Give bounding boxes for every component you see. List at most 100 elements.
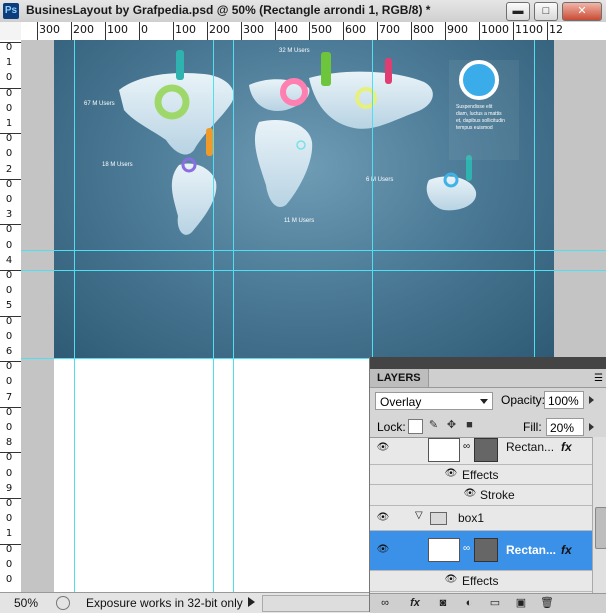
group-name[interactable]: box1 [458, 511, 484, 525]
ruler-label: 0 [5, 148, 13, 160]
mask-icon[interactable]: ◙ [436, 597, 450, 610]
horizontal-ruler[interactable]: 300 200 100 0 100 200 300 400 500 600 700 800 900 100… [21, 22, 606, 41]
lock-transparency-icon[interactable] [408, 419, 423, 434]
ruler-label: 1 [5, 118, 13, 129]
vertical-ruler[interactable]: 0 1 0 0 0 1 0 0 2 0 0 3 0 0 4 0 0 5 0 0 6 0 0 7 0 0 8 0 0 9 0 0 1 0 0 0 [0, 40, 22, 592]
ruler-label: 200 [209, 23, 230, 36]
link-icon[interactable]: ∞ [463, 543, 470, 554]
ruler-tick [37, 22, 38, 40]
new-layer-icon[interactable]: ▣ [514, 597, 528, 610]
ruler-label: 8 [5, 437, 13, 449]
eye-icon[interactable]: 👁 [462, 488, 478, 500]
ruler-label: 2 [5, 163, 13, 175]
eye-icon[interactable]: 👁 [375, 512, 391, 524]
ruler-label: 0 [5, 178, 13, 190]
panel-header-bar[interactable] [370, 357, 606, 369]
layer-row[interactable]: 👁 ∞ Rectan... fx [370, 438, 592, 465]
layers-bottom-toolbar: ∞ fx ◙ ◐ ▭ ▣ 🗑 [370, 593, 606, 613]
ruler-label: 0 [5, 330, 13, 342]
ruler-label: 5 [5, 300, 13, 312]
ruler-label: 1100 [515, 23, 543, 36]
eye-icon[interactable]: 👁 [375, 544, 391, 556]
layers-scrollbar[interactable] [592, 437, 606, 593]
stroke-effect-row[interactable]: 👁 Stroke [370, 485, 592, 506]
eye-icon[interactable]: 👁 [375, 442, 391, 454]
layer-thumbnail [428, 438, 460, 462]
status-info-icon[interactable] [56, 596, 70, 610]
guide-horizontal-2[interactable] [21, 270, 606, 271]
ruler-label: 0 [5, 285, 13, 297]
effects-row[interactable]: 👁 Effects [370, 465, 592, 485]
guide-vertical-2[interactable] [213, 40, 214, 592]
ruler-label: 0 [5, 87, 13, 99]
blend-mode-select[interactable]: Overlay [375, 392, 493, 410]
ruler-label: 0 [5, 376, 13, 388]
fill-label: Fill: [523, 420, 542, 434]
chevron-down-icon[interactable]: ▽ [415, 510, 423, 521]
ruler-label: 0 [5, 452, 13, 464]
lock-all-icon[interactable]: ■ [463, 419, 476, 432]
ruler-label: 0 [5, 194, 13, 205]
group-row-box1[interactable]: 👁 ▽ box1 [370, 506, 592, 531]
tab-layers[interactable]: LAYERS [370, 369, 429, 387]
lock-pixels-icon[interactable]: ✎ [427, 419, 440, 432]
fill-slider-arrow-icon[interactable] [589, 423, 594, 431]
ruler-tick [105, 22, 106, 40]
ruler-label: 0 [5, 72, 13, 84]
scrollbar-thumb[interactable] [595, 507, 606, 549]
fx-icon[interactable]: fx [408, 597, 422, 610]
trash-icon[interactable]: 🗑 [540, 597, 554, 610]
ruler-tick [445, 22, 446, 40]
guide-horizontal-1[interactable] [21, 250, 606, 251]
minimize-button[interactable]: ▬ [506, 2, 530, 21]
africa-shape [254, 120, 313, 208]
ruler-origin[interactable] [0, 22, 22, 41]
ruler-label: 0 [5, 406, 13, 418]
folder-icon[interactable]: ▭ [488, 597, 502, 610]
australia-shape [426, 176, 477, 211]
ruler-tick [71, 22, 72, 40]
map-label-32m: 32 M Users [279, 48, 310, 54]
opacity-slider-arrow-icon[interactable] [589, 396, 594, 404]
guide-vertical-1[interactable] [74, 40, 75, 592]
ruler-label: 0 [5, 422, 13, 433]
zoom-level[interactable]: 50% [14, 596, 38, 610]
layer-name[interactable]: Rectan... [506, 440, 554, 454]
ruler-tick [0, 178, 21, 180]
stroke-label: Stroke [480, 488, 515, 502]
lock-position-icon[interactable]: ✥ [445, 419, 458, 432]
ruler-label: 1000 [481, 23, 509, 36]
link-icon[interactable]: ∞ [378, 597, 392, 610]
ruler-label: 100 [107, 23, 128, 36]
eye-icon[interactable]: 👁 [443, 574, 459, 586]
layer-row-selected[interactable]: 👁 ∞ Rectan... fx [370, 531, 592, 571]
ruler-label: 0 [5, 498, 13, 509]
status-message: Exposure works in 32-bit only [86, 596, 243, 610]
panel-tabs: LAYERS ☰ [370, 369, 606, 388]
layers-panel: LAYERS ☰ Overlay Opacity: 100% Lock: ✎ ✥… [369, 357, 606, 613]
guide-vertical-3[interactable] [233, 40, 234, 592]
fill-input[interactable]: 20% [546, 418, 584, 436]
horizontal-scrollbar[interactable] [262, 595, 372, 612]
ruler-tick [0, 543, 21, 545]
opacity-input[interactable]: 100% [544, 391, 584, 409]
close-button[interactable]: ✕ [562, 2, 602, 21]
fx-icon[interactable]: fx [561, 440, 572, 454]
maximize-button[interactable]: □ [534, 2, 558, 21]
ruler-label: 900 [447, 23, 468, 36]
layer-name[interactable]: Rectan... [506, 543, 556, 557]
info-box-text: Suspendisse elit diam, luctus a mattis e… [456, 104, 505, 131]
effects-row[interactable]: 👁 Effects [370, 571, 592, 592]
eye-icon[interactable]: 👁 [443, 468, 459, 480]
fx-icon[interactable]: fx [561, 543, 572, 557]
ruler-label: 0 [5, 315, 13, 327]
ruler-tick [241, 22, 242, 40]
ruler-tick [0, 406, 21, 408]
status-menu-arrow-icon[interactable] [248, 597, 255, 607]
user-figure-green [321, 52, 331, 86]
panel-menu-icon[interactable]: ☰ [594, 373, 603, 384]
link-icon[interactable]: ∞ [463, 441, 470, 452]
adjustment-icon[interactable]: ◐ [462, 597, 476, 610]
ruler-tick [0, 270, 21, 271]
user-figure-pink [385, 58, 392, 84]
